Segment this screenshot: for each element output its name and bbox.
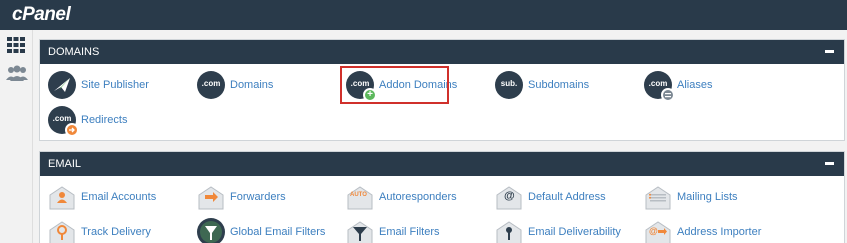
email-filters-label: Email Filters <box>379 226 440 238</box>
domains-section-header[interactable]: DOMAINS <box>40 40 844 64</box>
grid-icon[interactable] <box>6 36 26 54</box>
collapse-icon[interactable] <box>825 50 834 53</box>
autoresponders-link[interactable]: AUTO Autoresponders <box>346 181 457 213</box>
forwarders-label: Forwarders <box>230 191 286 203</box>
site-publisher-icon <box>48 71 76 99</box>
domains-section-title: DOMAINS <box>48 46 100 58</box>
alias-badge-icon <box>661 88 675 102</box>
address-importer-link[interactable]: @ Address Importer <box>644 216 761 243</box>
email-deliverability-label: Email Deliverability <box>528 226 621 238</box>
subdomains-icon: sub. <box>495 71 523 99</box>
aliases-link[interactable]: .com Aliases <box>644 69 713 102</box>
address-importer-icon: @ <box>644 218 672 243</box>
autoresponders-icon: AUTO <box>346 183 374 211</box>
site-publisher-label: Site Publisher <box>81 79 149 91</box>
global-email-filters-link[interactable]: Global Email Filters <box>197 216 325 243</box>
subdomains-label: Subdomains <box>528 79 590 91</box>
track-delivery-label: Track Delivery <box>81 226 151 238</box>
domains-link[interactable]: .com Domains <box>197 69 273 101</box>
global-email-filters-icon <box>197 218 225 243</box>
email-accounts-link[interactable]: Email Accounts <box>48 181 156 213</box>
email-deliverability-link[interactable]: Email Deliverability <box>495 216 621 243</box>
aliases-label: Aliases <box>677 79 713 91</box>
redirects-link[interactable]: .com Redirects <box>48 104 128 137</box>
site-publisher-link[interactable]: Site Publisher <box>48 69 149 101</box>
domains-icon: .com <box>197 71 225 99</box>
domains-label: Domains <box>230 79 274 91</box>
highlight-box <box>340 66 449 104</box>
email-accounts-label: Email Accounts <box>81 191 157 203</box>
users-icon[interactable] <box>6 64 28 82</box>
address-importer-label: Address Importer <box>677 226 762 238</box>
redirect-badge-icon <box>65 123 79 137</box>
cpanel-logo[interactable]: cPanel <box>12 4 71 26</box>
mailing-lists-link[interactable]: Mailing Lists <box>644 181 738 213</box>
top-bar: cPanel <box>0 0 847 30</box>
redirects-icon: .com <box>48 106 79 137</box>
email-deliverability-icon <box>495 218 523 243</box>
collapse-icon[interactable] <box>825 162 834 165</box>
redirects-label: Redirects <box>81 114 128 126</box>
forwarders-link[interactable]: Forwarders <box>197 181 286 213</box>
left-nav <box>0 30 33 243</box>
default-address-label: Default Address <box>528 191 606 203</box>
track-delivery-icon <box>48 218 76 243</box>
email-section-header[interactable]: EMAIL <box>40 152 844 176</box>
autoresponders-label: Autoresponders <box>379 191 457 203</box>
default-address-icon: @ <box>495 183 523 211</box>
mailing-lists-icon <box>644 183 672 211</box>
email-section-title: EMAIL <box>48 158 82 170</box>
aliases-icon: .com <box>644 71 675 102</box>
default-address-link[interactable]: @ Default Address <box>495 181 606 213</box>
mailing-lists-label: Mailing Lists <box>677 191 738 203</box>
global-email-filters-label: Global Email Filters <box>230 226 326 238</box>
email-accounts-icon <box>48 183 76 211</box>
track-delivery-link[interactable]: Track Delivery <box>48 216 151 243</box>
email-filters-icon <box>346 218 374 243</box>
subdomains-link[interactable]: sub. Subdomains <box>495 69 589 101</box>
email-filters-link[interactable]: Email Filters <box>346 216 440 243</box>
forwarders-icon <box>197 183 225 211</box>
